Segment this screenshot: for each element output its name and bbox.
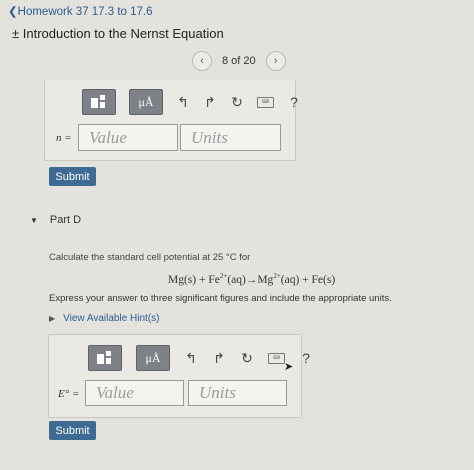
variable-label-e: E° = xyxy=(58,388,80,400)
question-text: Calculate the standard cell potential at… xyxy=(49,252,251,263)
instruction-text: Express your answer to three significant… xyxy=(49,293,392,304)
template-icon xyxy=(97,351,113,365)
undo-icon[interactable]: ↰ xyxy=(184,350,198,367)
value-input-c[interactable]: Value xyxy=(78,124,178,151)
keyboard-icon[interactable]: ⌨ xyxy=(257,96,274,108)
plus-minus-icon: ± xyxy=(12,26,20,41)
expand-triangle-icon: ▶ xyxy=(49,314,56,323)
template-icon xyxy=(91,95,107,109)
chevron-left-icon: ❮ xyxy=(8,6,18,18)
mouse-cursor-icon: ➤ xyxy=(284,361,294,373)
units-button[interactable]: μÅ xyxy=(129,89,163,115)
keyboard-icon[interactable]: ⌨ xyxy=(268,352,285,364)
redo-icon[interactable]: ↱ xyxy=(212,350,226,367)
submit-button-d[interactable]: Submit xyxy=(49,421,96,440)
value-input-d[interactable]: Value xyxy=(85,380,184,406)
prev-page-button[interactable]: ‹ xyxy=(192,51,212,71)
variable-label-n: n = xyxy=(56,132,72,144)
reset-icon[interactable]: ↻ xyxy=(230,94,244,111)
templates-button[interactable] xyxy=(88,345,122,371)
undo-icon[interactable]: ↰ xyxy=(176,94,190,111)
collapse-triangle-icon: ▼ xyxy=(30,215,38,225)
back-link[interactable]: ❮Homework 37 17.3 to 17.6 xyxy=(8,4,153,18)
math-toolbar-c: μÅ ↰ ↱ ↻ ⌨ ? xyxy=(82,89,301,115)
view-hints-link[interactable]: ▶ View Available Hint(s) xyxy=(49,313,160,324)
pagination: ‹ 8 of 20 › xyxy=(192,51,286,71)
help-button[interactable]: ? xyxy=(299,350,313,366)
reset-icon[interactable]: ↻ xyxy=(240,350,254,367)
templates-button[interactable] xyxy=(82,89,116,115)
units-input-d[interactable]: Units xyxy=(188,380,287,406)
page-title: ± Introduction to the Nernst Equation xyxy=(12,26,224,41)
redo-icon[interactable]: ↱ xyxy=(203,94,217,111)
part-d-header[interactable]: ▼ Part D xyxy=(30,214,81,226)
next-page-button[interactable]: › xyxy=(265,51,286,71)
help-button[interactable]: ? xyxy=(287,94,301,110)
page-indicator: 8 of 20 xyxy=(222,55,256,67)
units-input-c[interactable]: Units xyxy=(180,124,281,151)
submit-button-c[interactable]: Submit xyxy=(49,167,96,186)
reaction-equation: Mg(s) + Fe2+(aq)→Mg2+(aq) + Fe(s) xyxy=(168,272,336,286)
math-toolbar-d: μÅ ↰ ↱ ↻ ⌨ ? xyxy=(88,345,313,371)
units-button[interactable]: μÅ xyxy=(136,345,170,371)
